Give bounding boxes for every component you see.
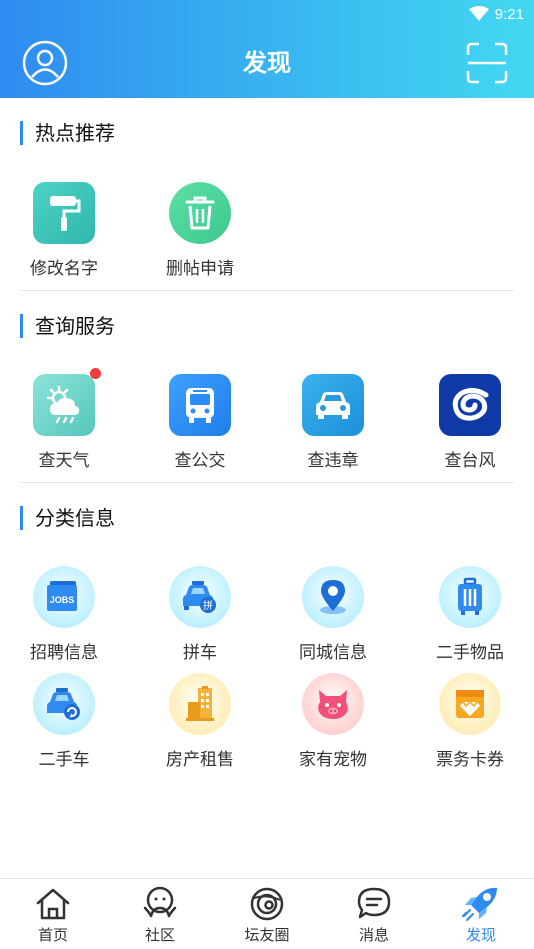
car-icon <box>316 392 350 419</box>
nav-item-discover[interactable]: 发现 <box>436 885 526 945</box>
typhoon-button[interactable]: 查台风 <box>415 374 525 471</box>
scan-icon <box>466 42 508 84</box>
bus-icon <box>186 388 214 423</box>
nav-label-circle: 坛友圈 <box>244 926 290 944</box>
message-icon <box>357 887 391 919</box>
local-info-button[interactable]: 同城信息 <box>278 566 388 663</box>
luggage-icon <box>458 577 482 615</box>
secondhand-goods-button[interactable]: 二手物品 <box>415 566 525 663</box>
nav-item-circle[interactable]: 坛友圈 <box>222 885 312 945</box>
pet-icon <box>318 690 348 719</box>
community-icon <box>143 886 177 918</box>
bottom-navigation: 首页 社区 坛友圈 消息 发现 <box>0 878 534 949</box>
nav-label-messages: 消息 <box>358 926 389 944</box>
rename-button[interactable]: 修改名字 <box>9 182 119 279</box>
traffic-violation-label: 查违章 <box>307 451 359 471</box>
weather-icon <box>46 385 80 424</box>
carpool-badge-text: 拼 <box>203 599 213 612</box>
wifi-icon <box>468 6 489 21</box>
section-title-classified: 分类信息 <box>20 506 115 530</box>
page-title: 发现 <box>243 49 291 77</box>
divider <box>20 482 514 483</box>
status-bar: 9:21 <box>468 4 524 24</box>
typhoon-label: 查台风 <box>444 451 496 471</box>
used-car-label: 二手车 <box>38 750 90 770</box>
real-estate-label: 房产租售 <box>166 750 234 770</box>
local-info-label: 同城信息 <box>299 643 367 663</box>
rocket-icon <box>462 887 497 921</box>
bus-label: 查公交 <box>174 451 226 471</box>
nav-label-discover: 发现 <box>465 926 496 944</box>
nav-item-messages[interactable]: 消息 <box>329 885 419 945</box>
jobs-label: 招聘信息 <box>30 643 98 663</box>
weather-button[interactable]: 查天气 <box>9 368 119 471</box>
scan-button[interactable] <box>464 40 510 86</box>
secondhand-goods-label: 二手物品 <box>436 643 504 663</box>
nav-item-home[interactable]: 首页 <box>8 885 98 945</box>
ticket-icon <box>456 690 484 718</box>
weather-label: 查天气 <box>38 451 90 471</box>
section-title-hot: 热点推荐 <box>20 121 115 145</box>
planet-icon <box>250 887 284 921</box>
pets-label: 家有宠物 <box>299 750 367 770</box>
carpool-label: 拼车 <box>183 643 217 663</box>
divider <box>20 290 514 291</box>
location-pin-icon <box>320 580 346 614</box>
bus-button[interactable]: 查公交 <box>145 374 255 471</box>
paint-roller-icon <box>50 196 81 231</box>
used-car-button[interactable]: 二手车 <box>9 673 119 770</box>
building-icon <box>186 686 214 721</box>
notification-dot <box>90 368 101 379</box>
jobs-badge-text: JOBS <box>50 595 75 605</box>
nav-item-community[interactable]: 社区 <box>115 885 205 945</box>
nav-label-community: 社区 <box>144 926 175 944</box>
pets-button[interactable]: 家有宠物 <box>278 673 388 770</box>
tickets-button[interactable]: 票务卡券 <box>415 673 525 770</box>
real-estate-button[interactable]: 房产租售 <box>145 673 255 770</box>
nav-label-home: 首页 <box>37 926 68 944</box>
delete-post-button[interactable]: 删帖申请 <box>145 182 255 279</box>
jobs-icon: JOBS <box>47 581 77 611</box>
used-car-icon <box>47 688 80 720</box>
carpool-icon: 拼 <box>183 581 216 613</box>
rename-label: 修改名字 <box>30 259 98 279</box>
traffic-violation-button[interactable]: 查违章 <box>278 374 388 471</box>
jobs-button[interactable]: JOBS 招聘信息 <box>9 566 119 663</box>
top-app-bar: 9:21 发现 <box>0 0 534 98</box>
tickets-label: 票务卡券 <box>436 750 504 770</box>
carpool-button[interactable]: 拼 拼车 <box>145 566 255 663</box>
delete-post-label: 删帖申请 <box>166 259 234 279</box>
typhoon-icon <box>452 387 489 421</box>
section-title-query: 查询服务 <box>20 314 115 338</box>
status-time: 9:21 <box>494 5 524 23</box>
trash-icon <box>185 196 215 230</box>
home-icon <box>36 888 70 920</box>
